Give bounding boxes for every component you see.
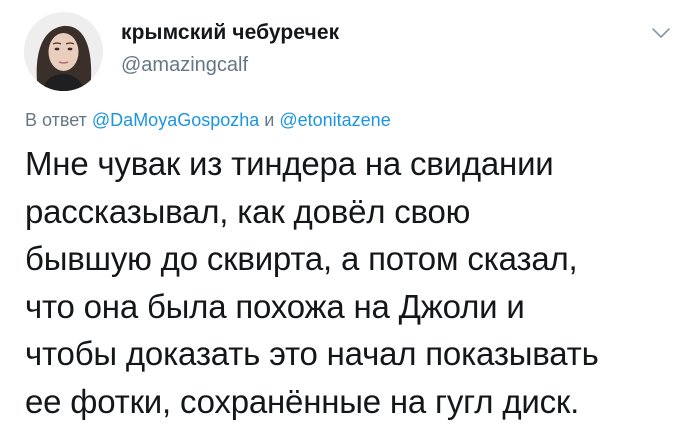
reply-prefix: В ответ xyxy=(25,110,87,130)
avatar-photo-icon xyxy=(24,12,103,91)
avatar[interactable] xyxy=(24,12,103,91)
tweet-text-line: бывшую до сквирта, а потом сказал, xyxy=(25,240,578,277)
tweet-card: крымский чебуречек @amazingcalf В ответ … xyxy=(0,0,700,425)
reply-context: В ответ @DaMoyaGospozha и @etonitazene xyxy=(25,110,391,131)
tweet-text-line: чтобы доказать это начал показывать xyxy=(25,335,599,372)
reply-mention-link[interactable]: @etonitazene xyxy=(279,110,390,130)
reply-mention-link[interactable]: @DaMoyaGospozha xyxy=(92,110,259,130)
tweet-text: Мне чувак из тиндера на свидании рассказ… xyxy=(25,140,695,425)
user-handle[interactable]: @amazingcalf xyxy=(121,54,248,77)
tweet-text-line: ее фотки, сохранённые на гугл диск. xyxy=(25,382,580,420)
tweet-text-line: Мне чувак из тиндера на свидании xyxy=(25,145,554,182)
reply-conjunction: и xyxy=(264,110,275,130)
chevron-down-icon[interactable] xyxy=(650,26,672,40)
tweet-text-line: рассказывал, как довёл свою xyxy=(25,192,471,230)
user-display-name[interactable]: крымский чебуречек xyxy=(121,21,339,45)
tweet-text-line: что она была похожа на Джоли и xyxy=(25,287,525,325)
